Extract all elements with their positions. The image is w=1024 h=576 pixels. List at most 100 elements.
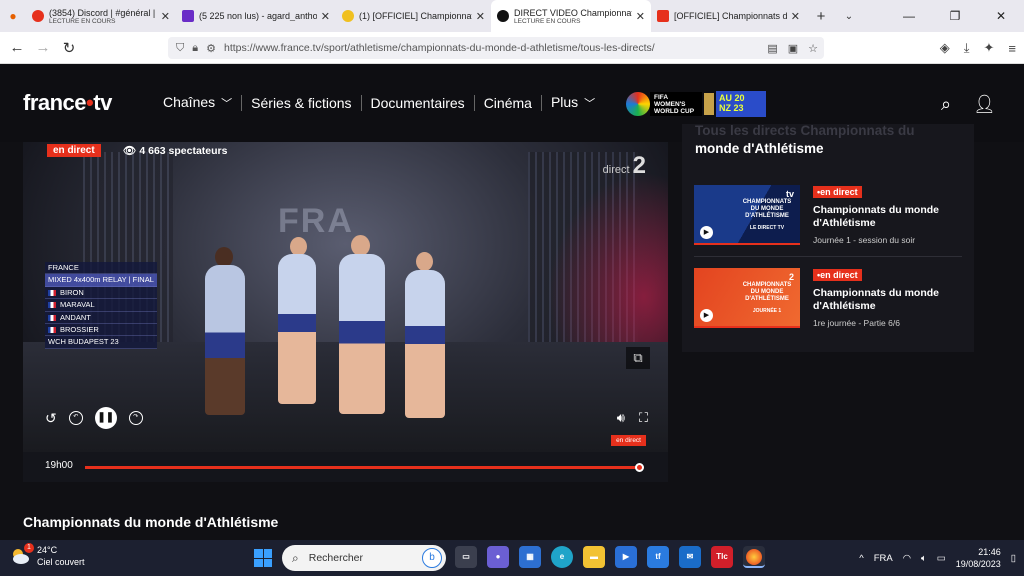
- minimize-icon[interactable]: —: [886, 0, 932, 32]
- volume-icon[interactable]: 🔊︎: [617, 410, 625, 426]
- mail-icon[interactable]: ✉: [679, 546, 701, 568]
- window-close-icon[interactable]: ✕: [978, 0, 1024, 32]
- restore-icon[interactable]: ❐: [932, 0, 978, 32]
- forward-icon[interactable]: ↷: [128, 411, 143, 425]
- clock-date: 19/08/2023: [955, 559, 1001, 569]
- reload-icon[interactable]: ↻: [56, 39, 82, 57]
- url-text[interactable]: https://www.france.tv/sport/athletisme/c…: [224, 42, 655, 54]
- shield-icon[interactable]: ⛉: [176, 42, 184, 55]
- bookmark-star-icon[interactable]: ☆: [808, 42, 818, 55]
- tab-officiel-1[interactable]: (1) [OFFICIEL] Championnats ✕: [336, 0, 491, 32]
- menu-plus[interactable]: Plus ﹀: [542, 94, 604, 111]
- pause-button[interactable]: ❚❚: [94, 407, 117, 429]
- france-flag-icon: [48, 314, 56, 321]
- card-thumbnail[interactable]: tv CHAMPIONNATS DU MONDE D'ATHLÉTISME LE…: [694, 185, 800, 245]
- card-thumbnail[interactable]: 2 CHAMPIONNATS DU MONDE D'ATHLÉTISME JOU…: [694, 268, 800, 328]
- downloads-icon[interactable]: ⤓: [964, 40, 970, 56]
- close-tab-icon[interactable]: ✕: [161, 10, 170, 23]
- thumb-text: CHAMPIONNATS DU MONDE D'ATHLÉTISME: [742, 282, 792, 302]
- power-automate-icon[interactable]: ▶: [615, 546, 637, 568]
- progress-handle[interactable]: [635, 463, 644, 472]
- menu-documentaires[interactable]: Documentaires: [362, 95, 474, 111]
- tab-discord[interactable]: (3854) Discord | #général | OpLECTURE EN…: [26, 0, 176, 32]
- close-tab-icon[interactable]: ✕: [476, 10, 485, 23]
- discord-favicon-icon: [32, 10, 44, 22]
- tab-subtitle: LECTURE EN COURS: [49, 17, 116, 25]
- header-actions: ⌕ 👤︎: [941, 94, 996, 115]
- tab-title: (5 225 non lus) - agard_antho: [199, 11, 317, 21]
- fifa-text: FIFA WOMEN'S WORLD CUP: [650, 92, 702, 116]
- menu-series[interactable]: Séries & fictions: [242, 95, 360, 111]
- permissions-icon[interactable]: ⚙: [206, 42, 216, 55]
- close-tab-icon[interactable]: ✕: [321, 10, 330, 23]
- menu-chaines[interactable]: Chaînes ﹀: [154, 94, 241, 111]
- wifi-icon[interactable]: ◠: [903, 553, 911, 564]
- notifications-icon[interactable]: ▯: [1011, 553, 1016, 564]
- tab-title: [OFFICIEL] Championnats du: [674, 11, 787, 21]
- language-indicator[interactable]: FRA: [874, 553, 893, 564]
- forward-arrow-icon[interactable]: →: [30, 39, 56, 56]
- user-account-icon[interactable]: 👤︎: [973, 94, 996, 115]
- windows-start-button[interactable]: [254, 549, 272, 567]
- file-explorer-icon[interactable]: ▬: [583, 546, 605, 568]
- play-icon[interactable]: ▶: [700, 309, 713, 322]
- back-arrow-icon[interactable]: ←: [4, 39, 30, 56]
- close-tab-icon[interactable]: ✕: [791, 10, 800, 23]
- battery-icon[interactable]: ▭: [937, 553, 946, 564]
- url-bar[interactable]: ⛉ 🔒︎ ⚙ https://www.france.tv/sport/athle…: [168, 37, 824, 59]
- logo-year: 20: [734, 93, 745, 103]
- show-hidden-icons-chevron-icon[interactable]: ^: [859, 553, 863, 564]
- tab-list-chevron-icon[interactable]: ⌄: [836, 11, 862, 22]
- lock-icon[interactable]: 🔒︎: [192, 42, 198, 55]
- rewind-icon[interactable]: ↶: [68, 411, 83, 425]
- tab-direct-video[interactable]: DIRECT VIDEO Championnats LECTURE EN COUR…: [491, 0, 651, 32]
- race-graphic: FRANCE MIXED 4x400m RELAY | FINAL BIRON …: [45, 262, 157, 349]
- live-card[interactable]: tv CHAMPIONNATS DU MONDE D'ATHLÉTISME LE…: [694, 185, 964, 249]
- athlete-head: [351, 235, 370, 256]
- mytf1-icon[interactable]: tf: [647, 546, 669, 568]
- task-view-icon[interactable]: ▭: [455, 546, 477, 568]
- tlc-icon[interactable]: Tlc: [711, 546, 733, 568]
- menu-cinema[interactable]: Cinéma: [475, 95, 541, 111]
- reader-view-icon[interactable]: ▤: [767, 42, 777, 55]
- bing-icon[interactable]: b: [422, 548, 442, 568]
- weather-widget[interactable]: 1 24°C Ciel couvert: [10, 543, 85, 568]
- tab-officiel-2[interactable]: [OFFICIEL] Championnats du ✕: [651, 0, 806, 32]
- graphic-athlete-row: MARAVAL: [45, 299, 157, 312]
- pocket-icon[interactable]: ◈: [940, 40, 950, 56]
- store-icon[interactable]: ▦: [519, 546, 541, 568]
- card-title[interactable]: Championnats du monde d'Athlétisme: [813, 204, 963, 229]
- taskbar-search[interactable]: ⌕ Rechercher b: [282, 545, 446, 571]
- video-player[interactable]: FRA en direct 👁︎ 4 663 spectateurs direct…: [23, 142, 668, 482]
- au-nz-2023-logo: AU 20 NZ 23: [716, 91, 766, 117]
- restart-icon[interactable]: ↺: [45, 410, 57, 427]
- play-icon[interactable]: ▶: [700, 226, 713, 239]
- logo-year: 23: [733, 103, 744, 113]
- live-card[interactable]: 2 CHAMPIONNATS DU MONDE D'ATHLÉTISME JOU…: [694, 268, 964, 332]
- search-icon[interactable]: ⌕: [941, 94, 951, 115]
- francetv-logo[interactable]: france•tv: [23, 90, 112, 116]
- menu-label: Chaînes: [163, 94, 216, 110]
- fifa-womens-world-cup-banner[interactable]: FIFA WOMEN'S WORLD CUP AU 20 NZ 23: [626, 91, 768, 117]
- teams-chat-icon[interactable]: ●: [487, 546, 509, 568]
- firefox-menu-icon[interactable]: ●: [0, 9, 26, 23]
- edge-icon[interactable]: e: [551, 546, 573, 568]
- progress-bar[interactable]: [85, 466, 639, 469]
- search-icon: ⌕: [292, 550, 299, 565]
- extensions-icon[interactable]: ✦: [984, 40, 995, 56]
- firefox-icon[interactable]: [743, 546, 765, 568]
- athlete-name: BIRON: [60, 287, 84, 297]
- tab-mail[interactable]: (5 225 non lus) - agard_antho ✕: [176, 0, 336, 32]
- close-tab-icon[interactable]: ✕: [636, 10, 645, 23]
- new-tab-button[interactable]: +: [806, 8, 836, 25]
- picture-in-picture-icon[interactable]: ⧉: [626, 347, 650, 369]
- live-indicator-button[interactable]: en direct: [611, 435, 646, 446]
- pip-page-icon[interactable]: ▣: [788, 42, 798, 55]
- card-title[interactable]: Championnats du monde d'Athlétisme: [813, 287, 963, 312]
- speaker-icon[interactable]: 🔈︎: [921, 553, 927, 564]
- francetv-favicon-icon: [497, 10, 509, 22]
- app-menu-icon[interactable]: ≡: [1008, 41, 1016, 56]
- viewer-count-text: 4 663 spectateurs: [139, 145, 228, 157]
- fullscreen-icon[interactable]: ⛶: [639, 410, 648, 426]
- clock[interactable]: 21:46 19/08/2023: [956, 546, 1001, 570]
